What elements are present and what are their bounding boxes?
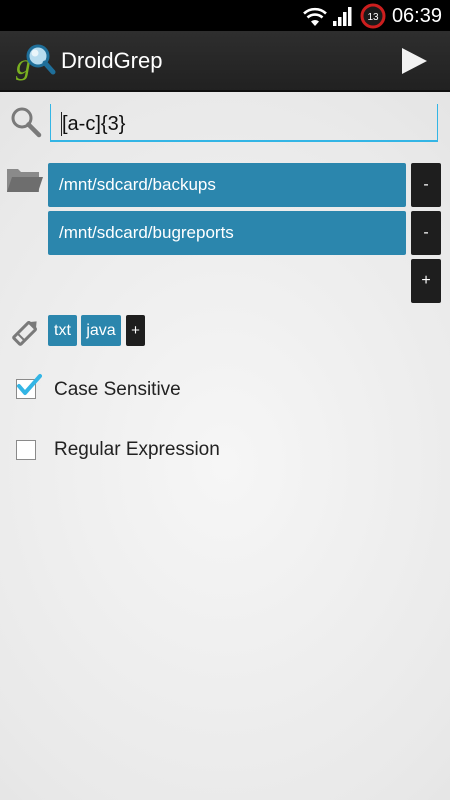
play-icon[interactable] xyxy=(398,45,430,77)
search-input-value: [a-c]{3} xyxy=(62,113,126,135)
app-logo-icon: g xyxy=(16,44,56,81)
search-icon xyxy=(11,107,42,138)
battery-icon: 13 xyxy=(360,3,386,29)
status-time: 06:39 xyxy=(391,5,442,27)
path-item-backups[interactable]: /mnt/sdcard/backups xyxy=(48,163,406,207)
tag-icon xyxy=(12,321,37,346)
folder-icon xyxy=(7,169,43,192)
signal-icon xyxy=(333,7,352,26)
remove-path-button[interactable]: - xyxy=(411,211,441,255)
add-path-button[interactable]: + xyxy=(411,259,441,303)
action-bar: g DroidGrep xyxy=(0,31,450,92)
checkmark-icon xyxy=(17,374,42,395)
path-item-bugreports[interactable]: /mnt/sdcard/bugreports xyxy=(48,211,406,255)
regular-expression-checkbox[interactable] xyxy=(16,440,36,460)
battery-level: 13 xyxy=(367,12,379,23)
case-sensitive-label[interactable]: Case Sensitive xyxy=(54,378,181,402)
wifi-icon xyxy=(303,7,327,26)
status-bar: 13 06:39 xyxy=(0,0,450,31)
add-extension-button[interactable]: + xyxy=(126,315,145,346)
remove-path-button[interactable]: - xyxy=(411,163,441,207)
extension-tag-java[interactable]: java xyxy=(81,315,121,346)
app-title: DroidGrep xyxy=(61,48,163,73)
extension-tag-txt[interactable]: txt xyxy=(48,315,77,346)
regular-expression-label[interactable]: Regular Expression xyxy=(54,438,220,462)
search-input[interactable]: [a-c]{3} xyxy=(50,104,438,142)
